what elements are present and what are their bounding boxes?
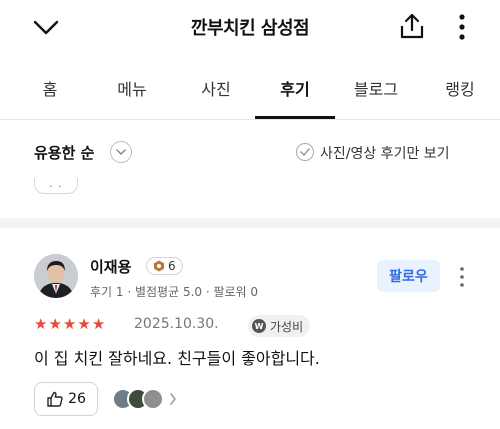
section-divider [0, 218, 500, 228]
tab-menu[interactable]: 메뉴 [117, 76, 146, 100]
reviewer-name[interactable]: 이재용 [90, 256, 131, 277]
reviewer-level-badge: 6 [146, 257, 183, 275]
like-count: 26 [68, 391, 86, 407]
star-icon: ★ [48, 315, 62, 333]
keyword-tag-label: 가성비 [270, 319, 304, 334]
tabs-divider [0, 119, 500, 120]
follow-button[interactable]: 팔로우 [377, 260, 440, 292]
photo-filter-checkbox-icon[interactable] [296, 143, 314, 161]
reactor-avatar [142, 388, 164, 410]
share-icon[interactable] [396, 10, 428, 42]
more-options-icon[interactable] [452, 12, 472, 42]
previous-review-fragment: · · [49, 180, 63, 193]
badge-count: 6 [168, 259, 176, 273]
review-text: 이 집 치킨 잘하네요. 친구들이 좋아합니다. [34, 349, 320, 368]
sort-dropdown-label[interactable]: 유용한 순 [34, 142, 94, 163]
review-date: 2025.10.30. [134, 316, 219, 332]
chevron-down-icon[interactable] [110, 141, 132, 163]
like-button[interactable]: 26 [34, 382, 98, 416]
reactor-avatars[interactable] [112, 388, 177, 410]
reviewer-stats: 후기 1 · 별점평균 5.0 · 팔로워 0 [90, 285, 259, 299]
thumbs-up-icon [47, 391, 63, 407]
tab-bar: 홈 메뉴 사진 후기 블로그 랭킹 [0, 62, 500, 118]
level-badge-icon [154, 260, 164, 272]
tab-home[interactable]: 홈 [43, 76, 58, 100]
top-app-bar: 깐부치킨 삼성점 [0, 0, 500, 56]
tab-ranking[interactable]: 랭킹 [445, 76, 474, 100]
receipt-verified-icon: W [252, 319, 266, 333]
star-icon: ★ [77, 315, 91, 333]
photo-filter-label[interactable]: 사진/영상 후기만 보기 [320, 143, 450, 163]
star-icon: ★ [62, 315, 77, 333]
star-rating: ★ ★ ★ ★ ★ [34, 317, 105, 332]
avatar[interactable] [34, 254, 78, 298]
chevron-right-icon[interactable] [169, 390, 177, 409]
review-more-options-icon[interactable] [456, 264, 468, 290]
keyword-tag: W 가성비 [248, 315, 311, 337]
tab-blog[interactable]: 블로그 [354, 76, 398, 100]
star-icon: ★ [91, 315, 106, 333]
star-icon: ★ [34, 315, 48, 333]
tab-photos[interactable]: 사진 [201, 76, 230, 100]
tab-reviews[interactable]: 후기 [280, 76, 309, 100]
